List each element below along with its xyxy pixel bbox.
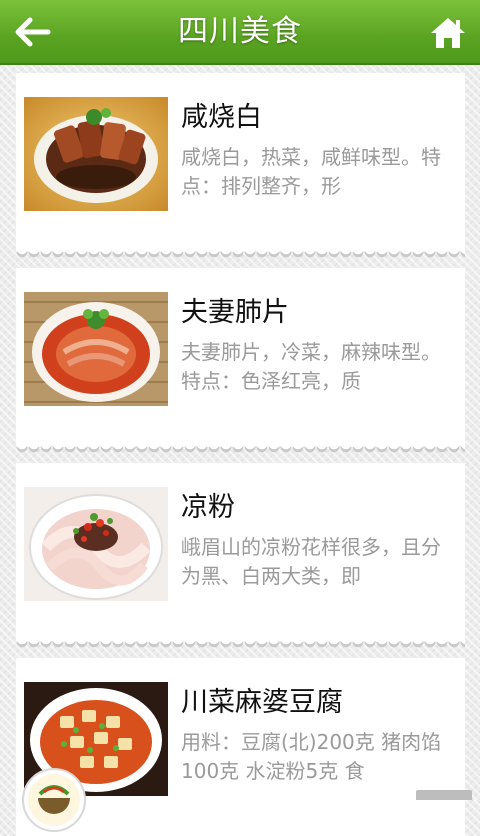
app-header: 四川美食: [0, 0, 480, 65]
dish-image: [24, 292, 168, 406]
dish-description: 用料：豆腐(北)200克 猪肉馅100克 水淀粉5克 食: [181, 730, 442, 783]
dish-name: 川菜麻婆豆腐: [181, 687, 343, 718]
dish-image: [24, 97, 168, 211]
dish-name: 咸烧白: [181, 102, 262, 133]
home-button[interactable]: [426, 12, 470, 54]
dish-name: 夫妻肺片: [181, 297, 289, 328]
list-item[interactable]: 夫妻肺片 夫妻肺片，冷菜，麻辣味型。特点：色泽红亮，质: [16, 268, 465, 455]
scroll-indicator[interactable]: [416, 790, 472, 800]
dish-image: [24, 487, 168, 601]
page-title: 四川美食: [178, 14, 302, 49]
home-icon: [431, 18, 465, 48]
floating-app-button[interactable]: [22, 768, 86, 832]
dish-description: 夫妻肺片，冷菜，麻辣味型。特点：色泽红亮，质: [181, 340, 441, 393]
dish-description: 峨眉山的凉粉花样很多，且分为黑、白两大类，即: [181, 535, 441, 588]
dish-name: 凉粉: [181, 492, 235, 523]
back-button[interactable]: [10, 12, 54, 52]
list-item[interactable]: 咸烧白 咸烧白，热菜，咸鲜味型。特点：排列整齐，形: [16, 73, 465, 260]
food-bowl-icon: [28, 774, 80, 826]
dish-description: 咸烧白，热菜，咸鲜味型。特点：排列整齐，形: [181, 145, 441, 198]
arrow-left-icon: [15, 17, 51, 47]
list-item[interactable]: 凉粉 峨眉山的凉粉花样很多，且分为黑、白两大类，即: [16, 463, 465, 650]
